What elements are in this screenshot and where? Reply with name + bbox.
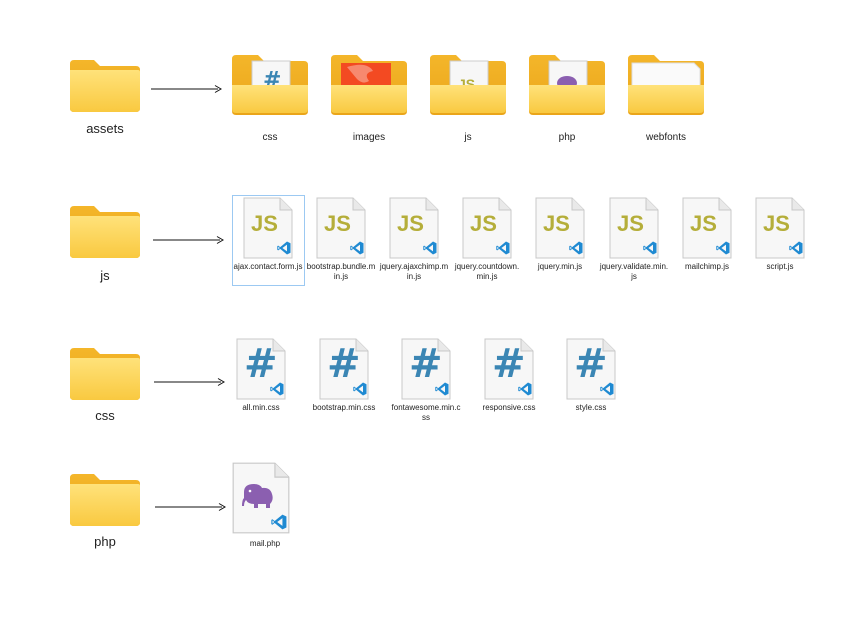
file-name: ajax.contact.form.js bbox=[233, 262, 303, 271]
file-name: script.js bbox=[766, 262, 794, 271]
js-folder-icon[interactable]: JS bbox=[428, 53, 506, 115]
file-name: bootstrap.bundle.min.js bbox=[306, 262, 376, 281]
arrow bbox=[154, 377, 226, 387]
css-file[interactable]: # fontawesome.min.css bbox=[392, 338, 460, 423]
folder-icon[interactable] bbox=[68, 204, 142, 260]
folder-label-assets: assets bbox=[86, 121, 124, 136]
js-icon: JS bbox=[251, 211, 278, 236]
file-name: jquery.ajaxchimp.min.js bbox=[379, 262, 449, 281]
webfonts-folder-icon[interactable] bbox=[626, 53, 704, 115]
js-icon: JS bbox=[763, 211, 790, 236]
vscode-icon bbox=[643, 241, 657, 255]
vscode-icon bbox=[716, 241, 730, 255]
js-icon: JS bbox=[397, 211, 424, 236]
vscode-icon bbox=[569, 241, 583, 255]
vscode-icon bbox=[435, 382, 449, 396]
file-name: bootstrap.min.css bbox=[312, 403, 376, 412]
js-file[interactable]: JS jquery.min.js bbox=[530, 197, 590, 272]
css-file[interactable]: # all.min.css bbox=[231, 338, 291, 413]
vscode-icon bbox=[277, 241, 291, 255]
subfolder-label-css: css bbox=[262, 132, 278, 143]
subfolder-label-images: images bbox=[352, 132, 386, 143]
css-folder-icon[interactable]: # bbox=[230, 53, 308, 115]
css-file[interactable]: # bootstrap.min.css bbox=[313, 338, 375, 413]
folder-icon[interactable] bbox=[68, 472, 142, 528]
images-folder-icon[interactable] bbox=[329, 53, 407, 115]
folder-icon[interactable] bbox=[68, 58, 142, 114]
subfolder-label-php: php bbox=[558, 132, 576, 143]
vscode-icon bbox=[350, 241, 364, 255]
vscode-icon bbox=[271, 514, 287, 530]
js-icon: JS bbox=[617, 211, 644, 236]
js-icon: JS bbox=[690, 211, 717, 236]
js-file[interactable]: JS bootstrap.bundle.min.js bbox=[307, 197, 375, 282]
vscode-icon bbox=[270, 382, 284, 396]
elephant-icon bbox=[242, 484, 273, 508]
vscode-icon bbox=[518, 382, 532, 396]
subfolder-label-js: js bbox=[464, 132, 472, 143]
js-icon: JS bbox=[543, 211, 570, 236]
js-file[interactable]: JS script.js bbox=[750, 197, 810, 272]
file-name: responsive.css bbox=[482, 403, 536, 412]
hash-icon: # bbox=[574, 341, 608, 387]
file-name: jquery.validate.min.js bbox=[599, 262, 669, 281]
js-icon: JS bbox=[324, 211, 351, 236]
file-name: all.min.css bbox=[242, 403, 280, 412]
vscode-icon bbox=[496, 241, 510, 255]
file-name: fontawesome.min.css bbox=[391, 403, 461, 422]
js-file[interactable]: JS mailchimp.js bbox=[677, 197, 737, 272]
arrow bbox=[153, 235, 225, 245]
subfolder-label-webfonts: webfonts bbox=[645, 132, 687, 143]
js-file[interactable]: JS jquery.countdown.min.js bbox=[455, 197, 519, 282]
arrow bbox=[155, 502, 227, 512]
arrow bbox=[151, 84, 223, 94]
vscode-icon bbox=[600, 382, 614, 396]
js-icon: JS bbox=[470, 211, 497, 236]
hash-icon: # bbox=[244, 341, 278, 387]
vscode-icon bbox=[423, 241, 437, 255]
file-name: style.css bbox=[575, 403, 607, 412]
js-file[interactable]: JS ajax.contact.form.js bbox=[234, 197, 302, 272]
vscode-icon bbox=[353, 382, 367, 396]
hash-icon: # bbox=[409, 341, 443, 387]
hash-icon: # bbox=[327, 341, 361, 387]
js-file[interactable]: JS jquery.validate.min.js bbox=[600, 197, 668, 282]
file-name: jquery.min.js bbox=[537, 262, 583, 271]
css-file[interactable]: # style.css bbox=[561, 338, 621, 413]
file-name: mailchimp.js bbox=[684, 262, 729, 271]
folder-icon[interactable] bbox=[68, 346, 142, 402]
folder-label-js: js bbox=[100, 268, 110, 283]
file-name: mail.php bbox=[249, 539, 281, 548]
js-file[interactable]: JS jquery.ajaxchimp.min.js bbox=[380, 197, 448, 282]
php-file[interactable]: mail.php bbox=[231, 460, 291, 549]
css-file[interactable]: # responsive.css bbox=[479, 338, 539, 413]
folder-label-php: php bbox=[94, 534, 116, 549]
php-folder-icon[interactable] bbox=[527, 53, 605, 115]
folder-label-css: css bbox=[95, 408, 115, 423]
file-name: jquery.countdown.min.js bbox=[454, 262, 520, 281]
vscode-icon bbox=[789, 241, 803, 255]
hash-icon: # bbox=[492, 341, 526, 387]
